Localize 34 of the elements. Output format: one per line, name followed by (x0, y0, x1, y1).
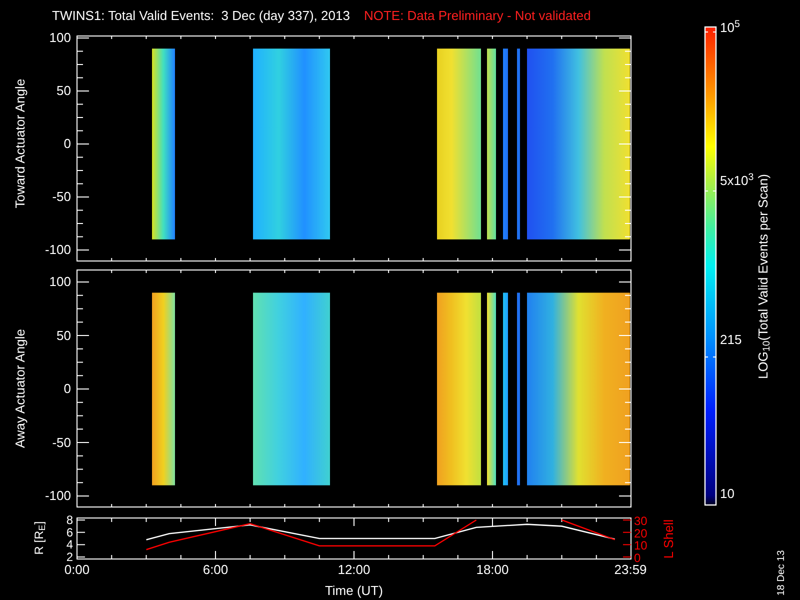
axis-tick-label: 0 (634, 551, 641, 565)
axis-tick-label: 50 (56, 328, 71, 342)
axis-tick-label: 6 (66, 525, 73, 540)
axis-tick-label: 50 (56, 84, 71, 97)
colorbar-tick-label: 215 (720, 333, 742, 346)
date-label: 18 Dec 13 (777, 549, 787, 598)
plot-title: TWINS1: Total Valid Events: 3 Dec (day 337), 2013 (52, 7, 350, 25)
axis-tick-label: 100 (48, 31, 71, 44)
colorbar-tick-label: 10$^{5}$ (720, 21, 740, 34)
axis-tick-label: 0:00 (64, 562, 90, 577)
axis-tick-label: 0 (62, 137, 71, 150)
axis-tick-label: 0 (62, 382, 71, 395)
axis-label: Time (UT) (324, 584, 384, 597)
axis-label: L Shell (661, 519, 676, 559)
axis-tick-label: 30 (634, 514, 648, 528)
axis-tick-label: -50 (51, 436, 71, 448)
colorbar-tick-label: 5x10$^{3}$ (720, 174, 754, 187)
axis-tick-label: 18:00 (476, 562, 509, 577)
axis-tick-label: -50 (51, 190, 71, 203)
axis-tick-label: 100 (48, 275, 71, 288)
axis-tick-label: 10 (634, 538, 648, 553)
axis-tick-label: 23:59 (614, 562, 647, 577)
axis-tick-label: 12:00 (338, 562, 370, 577)
axis-tick-label: -100 (44, 489, 71, 502)
axis-tick-label: 20 (634, 526, 648, 540)
axis-tick-label: 2 (66, 550, 73, 564)
axis-tick-label: 4 (66, 538, 73, 552)
axis-tick-label: 8 (66, 513, 73, 527)
axis-label: Away Actuator Angle (14, 328, 26, 450)
axis-label: Toward Actuator Angle (14, 78, 26, 210)
colorbar-tick-label: 10 (720, 487, 734, 500)
axis-tick-label: 6:00 (202, 562, 228, 577)
preliminary-note: NOTE: Data Preliminary - Not validated (364, 7, 591, 25)
axis-tick-label: -100 (44, 243, 71, 256)
